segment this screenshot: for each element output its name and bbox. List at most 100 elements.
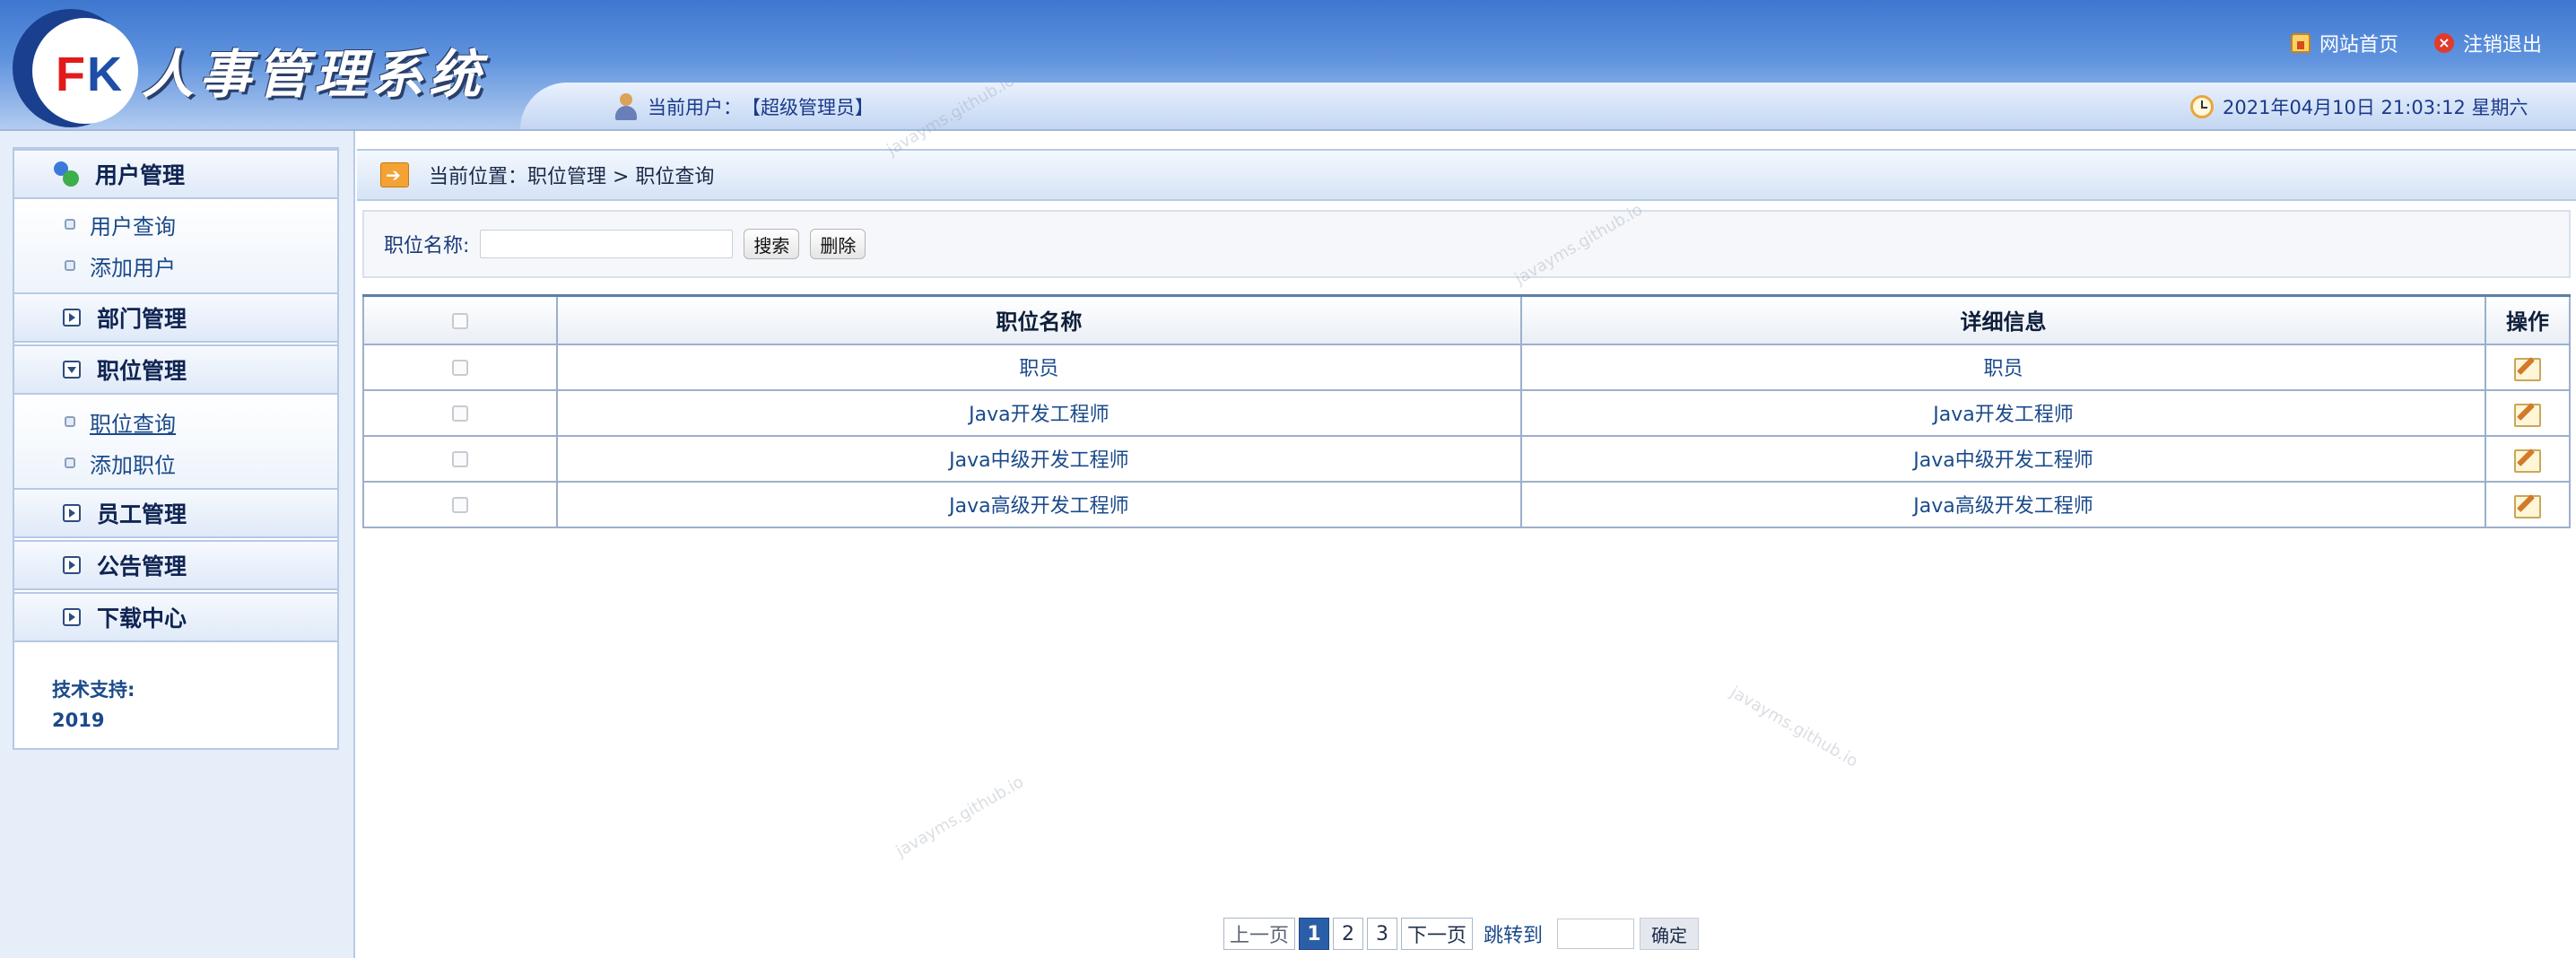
row-select-cell xyxy=(362,343,558,391)
jump-to-label: 跳转到 xyxy=(1484,925,1544,947)
row-checkbox[interactable] xyxy=(451,496,468,513)
close-icon: × xyxy=(2434,33,2454,53)
sidebar-menu-departments[interactable]: 部门管理 xyxy=(14,292,337,343)
row-checkbox[interactable] xyxy=(451,405,468,422)
bullet-icon xyxy=(65,260,75,271)
column-header-action: 操作 xyxy=(2485,294,2571,345)
sidebar-menu-users[interactable]: 用户管理 xyxy=(14,149,337,199)
sidebar-menu-label: 用户管理 xyxy=(95,162,186,188)
pagination: 上一页 1 2 3 下一页 跳转到 确定 xyxy=(1223,917,1700,951)
home-link-label: 网站首页 xyxy=(2319,34,2399,57)
edit-icon[interactable] xyxy=(2514,492,2542,518)
current-user-label: 当前用户： xyxy=(648,97,742,118)
action-cell xyxy=(2485,388,2571,437)
app-logo: FK xyxy=(13,9,138,127)
user-icon xyxy=(614,93,639,120)
tech-support-year: 2019 xyxy=(52,710,105,731)
logo-letters: FK xyxy=(56,48,124,101)
edit-icon[interactable] xyxy=(2514,446,2542,473)
row-checkbox[interactable] xyxy=(451,359,468,376)
jump-page-input[interactable] xyxy=(1557,919,1635,949)
clock-icon xyxy=(2190,95,2214,118)
expand-toggle-icon xyxy=(63,361,81,379)
column-header-detail: 详细信息 xyxy=(1519,294,2487,345)
row-select-cell xyxy=(362,388,558,437)
users-icon xyxy=(52,160,81,188)
sidebar-item-position-query[interactable]: 职位查询 xyxy=(65,405,176,438)
next-page-button[interactable]: 下一页 xyxy=(1401,918,1474,950)
table-row: Java高级开发工程师 Java高级开发工程师 xyxy=(362,480,2571,528)
breadcrumb: 当前位置：职位管理 > 职位查询 xyxy=(357,149,2576,201)
collapse-toggle-icon xyxy=(63,309,81,327)
sidebar-item-add-user[interactable]: 添加用户 xyxy=(65,249,176,282)
collapse-toggle-icon xyxy=(63,504,81,522)
home-icon xyxy=(2291,33,2311,53)
action-cell xyxy=(2485,480,2571,528)
action-cell xyxy=(2485,343,2571,391)
search-button[interactable]: 搜索 xyxy=(744,229,800,259)
collapse-toggle-icon xyxy=(63,608,81,626)
sidebar-menu-positions[interactable]: 职位管理 xyxy=(14,344,337,395)
position-detail-cell: Java开发工程师 xyxy=(1519,388,2487,437)
datetime-display: 2021年04月10日 21:03:12 星期六 xyxy=(2190,91,2528,122)
sidebar-item-user-query[interactable]: 用户查询 xyxy=(65,208,176,240)
arrow-right-icon xyxy=(380,162,409,187)
sidebar-item-add-position[interactable]: 添加职位 xyxy=(65,447,176,479)
select-all-checkbox[interactable] xyxy=(451,312,468,329)
position-detail-cell: Java中级开发工程师 xyxy=(1519,434,2487,483)
table-row: 职员 职员 xyxy=(362,343,2571,391)
positions-table: 职位名称 详细信息 操作 职员 职员 Java开发工程师 Java开发工程师 J… xyxy=(362,294,2571,528)
header-divider xyxy=(0,129,2576,131)
collapse-toggle-icon xyxy=(63,556,81,574)
home-link[interactable]: 网站首页 xyxy=(2291,27,2398,59)
row-select-cell xyxy=(362,434,558,483)
prev-page-button[interactable]: 上一页 xyxy=(1223,918,1296,950)
submenu-positions: 职位查询 添加职位 xyxy=(14,395,337,488)
position-name-input[interactable] xyxy=(480,230,734,258)
tech-support: 技术支持: 2019 xyxy=(52,675,135,736)
sidebar-menu-label: 职位管理 xyxy=(97,358,187,384)
jump-confirm-button[interactable]: 确定 xyxy=(1640,918,1700,950)
position-name-cell: 职员 xyxy=(555,343,1522,391)
row-select-cell xyxy=(362,480,558,528)
position-detail-cell: Java高级开发工程师 xyxy=(1519,480,2487,528)
logout-link-label: 注销退出 xyxy=(2463,34,2543,57)
top-header: FK 人事管理系统 网站首页 × 注销退出 当前用户： 【超级管理员】 2021… xyxy=(0,0,2576,131)
position-name-cell: Java开发工程师 xyxy=(555,388,1522,437)
position-name-cell: Java高级开发工程师 xyxy=(555,480,1522,528)
app-title: 人事管理系统 xyxy=(142,44,487,105)
page-button-1[interactable]: 1 xyxy=(1299,918,1330,950)
edit-icon[interactable] xyxy=(2514,400,2542,427)
submenu-users: 用户查询 添加用户 xyxy=(14,199,337,292)
position-name-cell: Java中级开发工程师 xyxy=(555,434,1522,483)
select-all-header xyxy=(362,294,558,345)
table-row: Java中级开发工程师 Java中级开发工程师 xyxy=(362,434,2571,483)
edit-icon[interactable] xyxy=(2514,354,2542,381)
table-header-row: 职位名称 详细信息 操作 xyxy=(362,294,2571,345)
sidebar-menu-employees[interactable]: 员工管理 xyxy=(14,488,337,538)
tech-support-label: 技术支持: xyxy=(52,679,135,701)
sidebar-menu-label: 下载中心 xyxy=(97,605,187,631)
logout-link[interactable]: × 注销退出 xyxy=(2434,27,2542,59)
bullet-icon xyxy=(65,219,75,230)
search-bar: 职位名称: 搜索 删除 xyxy=(362,210,2571,278)
breadcrumb-text: 当前位置：职位管理 > 职位查询 xyxy=(429,166,715,188)
current-user: 当前用户： 【超级管理员】 xyxy=(614,91,874,122)
bullet-icon xyxy=(65,457,75,468)
datetime-text: 2021年04月10日 21:03:12 星期六 xyxy=(2223,97,2528,118)
watermark: javayms.github.io xyxy=(892,772,1027,861)
page-button-3[interactable]: 3 xyxy=(1367,918,1398,950)
sidebar-menu-notices[interactable]: 公告管理 xyxy=(14,540,337,590)
delete-button[interactable]: 删除 xyxy=(810,229,866,259)
position-detail-cell: 职员 xyxy=(1519,343,2487,391)
watermark: javayms.github.io xyxy=(1727,683,1861,771)
page-button-2[interactable]: 2 xyxy=(1333,918,1364,950)
action-cell xyxy=(2485,434,2571,483)
search-label: 职位名称: xyxy=(384,235,470,257)
column-header-name: 职位名称 xyxy=(555,294,1522,345)
row-checkbox[interactable] xyxy=(451,450,468,467)
sidebar: 用户管理 用户查询 添加用户 部门管理 职位管理 职位查询 添加职位 员工管理 xyxy=(13,147,339,750)
sidebar-menu-downloads[interactable]: 下载中心 xyxy=(14,592,337,642)
table-row: Java开发工程师 Java开发工程师 xyxy=(362,388,2571,437)
sidebar-menu-label: 公告管理 xyxy=(97,553,187,579)
